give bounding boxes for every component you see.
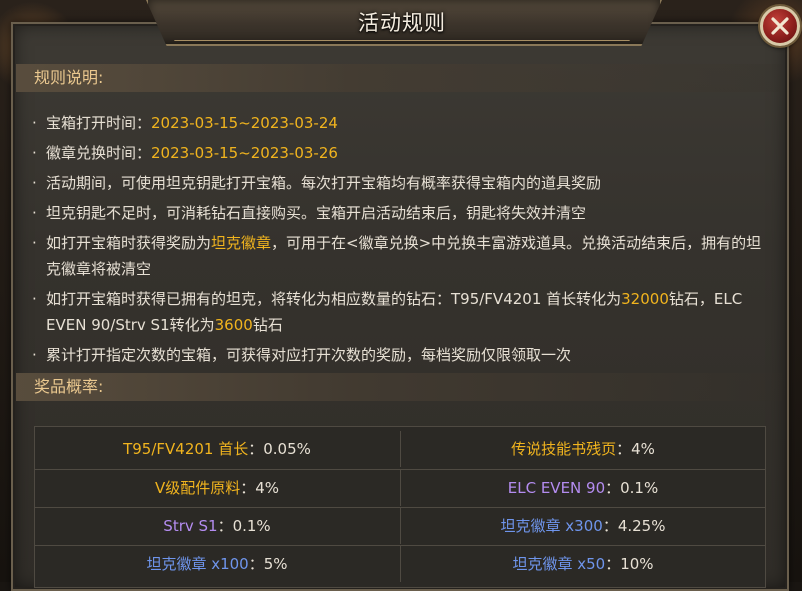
prize-name: 坦克徽章 x50 — [512, 555, 606, 573]
prize-name: Strv S1 — [163, 517, 218, 535]
rule-highlight: 2023-03-15~2023-03-26 — [151, 144, 338, 162]
prize-cell: 坦克徽章 x300：4.25% — [400, 508, 765, 544]
rules-list: · 宝箱打开时间：2023-03-15~2023-03-24 · 徽章兑换时间：202… — [30, 110, 770, 372]
prize-name: 坦克徽章 x300 — [500, 517, 603, 535]
rule-text: 徽章兑换时间： — [46, 144, 152, 162]
rule-text: 活动期间，可使用坦克钥匙打开宝箱。每次打开宝箱均有概率获得宝箱内的道具奖励 — [46, 174, 602, 192]
close-button[interactable] — [760, 6, 800, 46]
rule-text: 如打开宝箱时获得已拥有的坦克，将转化为相应数量的钻石：T95/FV4201 首长… — [46, 290, 622, 308]
rule-text: 坦克钥匙不足时，可消耗钻石直接购买。宝箱开启活动结束后，钥匙将失效并清空 — [46, 204, 587, 222]
prize-rate: ：0.05% — [248, 440, 311, 458]
prize-cell: 坦克徽章 x50：10% — [400, 546, 765, 582]
rule-text: 宝箱打开时间： — [46, 114, 152, 132]
prize-name: V级配件原料 — [154, 479, 241, 497]
prize-row: V级配件原料：4% ELC EVEN 90：0.1% — [35, 469, 765, 506]
bullet-dot: · — [32, 290, 37, 308]
bullet-dot: · — [32, 234, 37, 252]
bullet-dot: · — [32, 204, 37, 222]
rules-section-header: 规则说明: — [16, 64, 782, 92]
bullet-dot: · — [32, 346, 37, 364]
prize-cell: 传说技能书残页：4% — [400, 431, 765, 467]
prize-rate: ：10% — [605, 555, 654, 573]
prize-table: T95/FV4201 首长：0.05% 传说技能书残页：4% V级配件原料：4% EL… — [34, 426, 766, 588]
rule-item: · 徽章兑换时间：2023-03-15~2023-03-26 — [30, 140, 770, 166]
prize-row: 坦克徽章 x100：5% 坦克徽章 x50：10% — [35, 545, 765, 582]
prize-row: Strv S1：0.1% 坦克徽章 x300：4.25% — [35, 507, 765, 544]
prize-cell: 坦克徽章 x100：5% — [35, 546, 399, 582]
rule-item: · 如打开宝箱时获得已拥有的坦克，将转化为相应数量的钻石：T95/FV4201 首… — [30, 286, 770, 338]
rule-item: · 活动期间，可使用坦克钥匙打开宝箱。每次打开宝箱均有概率获得宝箱内的道具奖励 — [30, 170, 770, 196]
bullet-dot: · — [32, 174, 37, 192]
rule-highlight: 32000 — [621, 290, 669, 308]
prize-name: 坦克徽章 x100 — [146, 555, 249, 573]
rule-item: · 累计打开指定次数的宝箱，可获得对应打开次数的奖励，每档奖励仅限领取一次 — [30, 342, 770, 368]
rule-text: 累计打开指定次数的宝箱，可获得对应打开次数的奖励，每档奖励仅限领取一次 — [46, 346, 572, 364]
prize-section-header: 奖品概率: — [16, 373, 782, 401]
bullet-dot: · — [32, 114, 37, 132]
rule-item: · 如打开宝箱时获得奖励为坦克徽章，可用于在<徽章兑换>中兑换丰富游戏道具。兑换活… — [30, 230, 770, 282]
rule-text: 如打开宝箱时获得奖励为 — [46, 234, 212, 252]
prize-name: 传说技能书残页 — [511, 440, 617, 458]
prize-rate: ：5% — [248, 555, 288, 573]
prize-rate: ：4.25% — [602, 517, 666, 535]
prize-name: T95/FV4201 首长 — [123, 440, 249, 458]
prize-name: ELC EVEN 90 — [507, 479, 606, 497]
prize-cell: Strv S1：0.1% — [35, 508, 399, 544]
rule-highlight: 3600 — [214, 316, 253, 334]
prize-rate: ：0.1% — [217, 517, 271, 535]
prize-section-label: 奖品概率: — [34, 377, 104, 396]
rule-highlight: 2023-03-15~2023-03-24 — [151, 114, 338, 132]
rules-section-label: 规则说明: — [34, 68, 104, 87]
rule-item: · 宝箱打开时间：2023-03-15~2023-03-24 — [30, 110, 770, 136]
prize-row: T95/FV4201 首长：0.05% 传说技能书残页：4% — [35, 431, 765, 467]
prize-rate: ：0.1% — [605, 479, 659, 497]
prize-rate: ：4% — [240, 479, 280, 497]
rule-text: 钻石 — [252, 316, 283, 334]
rule-highlight: 坦克徽章 — [211, 234, 272, 252]
bullet-dot: · — [32, 144, 37, 162]
rule-item: · 坦克钥匙不足时，可消耗钻石直接购买。宝箱开启活动结束后，钥匙将失效并清空 — [30, 200, 770, 226]
prize-cell: ELC EVEN 90：0.1% — [400, 470, 765, 506]
close-x-icon — [771, 17, 789, 35]
prize-cell: V级配件原料：4% — [35, 470, 399, 506]
prize-cell: T95/FV4201 首长：0.05% — [35, 431, 399, 467]
dialog-title: 活动规则 — [358, 11, 446, 35]
prize-rate: ：4% — [616, 440, 655, 458]
